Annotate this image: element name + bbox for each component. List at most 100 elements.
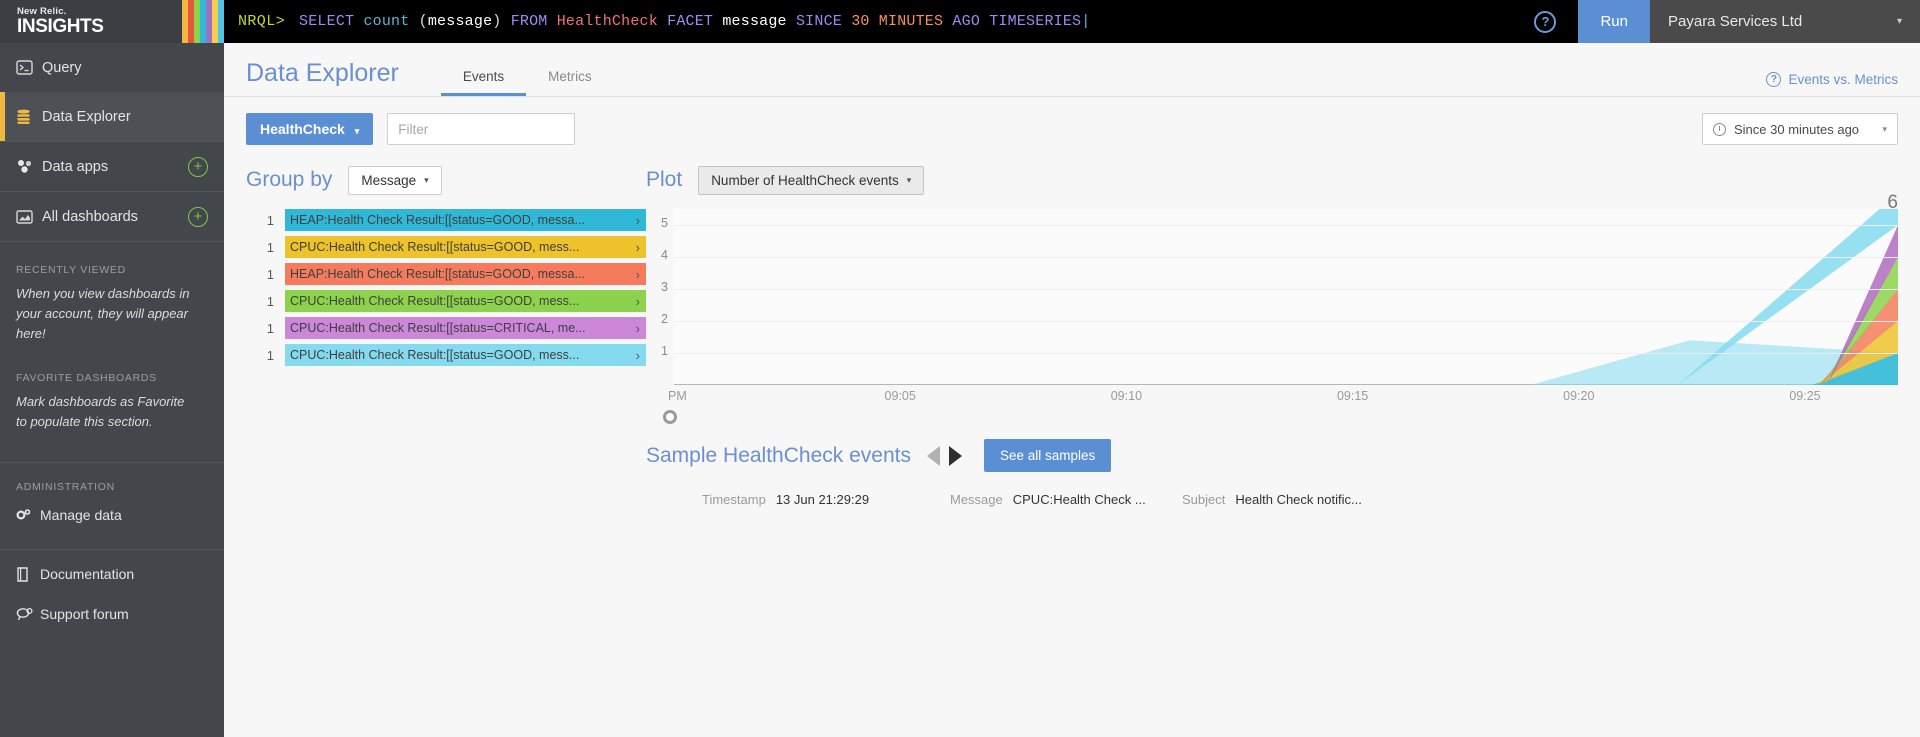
add-data-app-button[interactable]: +: [188, 157, 208, 177]
gridline: [674, 225, 1898, 226]
facet-label: CPUC:Health Check Result:[[status=GOOD, …: [290, 348, 579, 362]
tab-bar: Events Metrics: [441, 69, 614, 96]
brand-notch: [148, 0, 160, 43]
gridline: [674, 353, 1898, 354]
chevron-right-icon[interactable]: ›: [636, 348, 640, 363]
field-value: 13 Jun 21:29:29: [776, 492, 869, 507]
nrql-token: SELECT: [299, 13, 354, 30]
sample-field-timestamp: Timestamp 13 Jun 21:29:29: [702, 492, 950, 507]
facet-count: 1: [246, 213, 274, 228]
plot-metric-value: Number of HealthCheck events: [711, 173, 899, 188]
clock-icon: [1713, 123, 1726, 136]
sidebar-item-data-explorer[interactable]: Data Explorer: [0, 92, 224, 141]
brand-logo[interactable]: New Relic. INSIGHTS: [0, 0, 224, 43]
y-axis-tick: 2: [661, 312, 668, 326]
arrow-right-icon[interactable]: [949, 446, 962, 466]
facet-count: 1: [246, 321, 274, 336]
sidebar-item-label: All dashboards: [42, 209, 138, 225]
facet-bar[interactable]: CPUC:Health Check Result:[[status=CRITIC…: [285, 317, 646, 339]
nrql-token: TIMESERIES: [989, 13, 1081, 30]
group-by-panel: Group by Message ▾ 1HEAP:Health Check Re…: [246, 145, 646, 507]
nrql-token: HealthCheck: [557, 13, 658, 30]
plot-area[interactable]: [674, 209, 1898, 385]
chevron-right-icon[interactable]: ›: [636, 213, 640, 228]
account-name: Payara Services Ltd: [1668, 13, 1802, 30]
explorer-body: Group by Message ▾ 1HEAP:Health Check Re…: [224, 145, 1920, 507]
facet-label: HEAP:Health Check Result:[[status=GOOD, …: [290, 213, 585, 227]
samples-header: Sample HealthCheck events See all sample…: [646, 439, 1898, 472]
tab-events[interactable]: Events: [441, 69, 526, 96]
text-cursor: |: [1081, 13, 1090, 30]
tab-metrics[interactable]: Metrics: [526, 69, 614, 96]
nrql-token: AGO: [952, 13, 980, 30]
book-icon: [16, 567, 40, 582]
sample-field-subject: Subject Health Check notific...: [1182, 492, 1362, 507]
y-axis-tick: 1: [661, 344, 668, 358]
brand-stripes: [182, 0, 224, 43]
events-vs-metrics-label: Events vs. Metrics: [1788, 72, 1898, 87]
events-vs-metrics-link[interactable]: ? Events vs. Metrics: [1766, 72, 1898, 96]
add-dashboard-button[interactable]: +: [188, 207, 208, 227]
event-type-selector[interactable]: HealthCheck ▾: [246, 113, 373, 145]
facet-bar[interactable]: CPUC:Health Check Result:[[status=GOOD, …: [285, 236, 646, 258]
nrql-token: message: [722, 13, 786, 30]
help-circle-icon[interactable]: ?: [1534, 11, 1556, 33]
sidebar-item-manage-data[interactable]: Manage data: [0, 497, 224, 533]
sidebar-item-label: Data apps: [42, 159, 108, 175]
chevron-right-icon[interactable]: ›: [636, 294, 640, 309]
database-icon: [16, 109, 42, 125]
facet-bar[interactable]: CPUC:Health Check Result:[[status=GOOD, …: [285, 344, 646, 366]
plot-title: Plot: [646, 168, 682, 192]
nrql-token: 30: [851, 13, 869, 30]
filter-toolbar: HealthCheck ▾ Since 30 minutes ago ▾: [224, 97, 1920, 145]
x-axis-tick: 09:15: [1337, 389, 1368, 403]
facet-row: 1 HEAP:Health Check Result:[[status=GOOD,…: [246, 209, 646, 231]
chart-range-handle[interactable]: [663, 410, 677, 424]
sidebar-item-data-apps[interactable]: Data apps +: [0, 142, 224, 191]
run-button[interactable]: Run: [1578, 0, 1650, 43]
main-content: Data Explorer Events Metrics ? Events vs…: [224, 0, 1920, 737]
facet-bar[interactable]: HEAP:Health Check Result:[[status=GOOD, …: [285, 209, 646, 231]
chevron-right-icon[interactable]: ›: [636, 321, 640, 336]
facet-label: CPUC:Health Check Result:[[status=GOOD, …: [290, 240, 579, 254]
dashboard-icon: [16, 210, 42, 224]
facet-bar[interactable]: CPUC:Health Check Result:[[status=GOOD, …: [285, 290, 646, 312]
sidebar-item-support-forum[interactable]: Support forum: [0, 592, 224, 632]
nrql-token: message: [428, 13, 492, 30]
sidebar: New Relic. INSIGHTS Query Data Explorer: [0, 0, 224, 737]
chevron-down-icon: ▾: [907, 175, 912, 186]
help-circle-icon: ?: [1766, 72, 1781, 87]
facet-count: 1: [246, 240, 274, 255]
see-all-samples-button[interactable]: See all samples: [984, 439, 1111, 472]
sidebar-item-label: Manage data: [40, 507, 122, 523]
group-by-value: Message: [361, 173, 416, 188]
plot-metric-selector[interactable]: Number of HealthCheck events ▾: [698, 166, 924, 195]
sidebar-item-all-dashboards[interactable]: All dashboards +: [0, 192, 224, 241]
nrql-token: MINUTES: [879, 13, 943, 30]
facet-bar[interactable]: HEAP:Health Check Result:[[status=GOOD, …: [285, 263, 646, 285]
y-axis: 12345: [646, 209, 672, 385]
group-by-selector[interactable]: Message ▾: [348, 166, 441, 195]
sidebar-item-query[interactable]: Query: [0, 43, 224, 92]
event-type-label: HealthCheck: [260, 121, 345, 137]
filter-input[interactable]: [387, 113, 575, 145]
field-key: Timestamp: [702, 492, 766, 507]
sidebar-item-label: Support forum: [40, 606, 129, 622]
sidebar-item-documentation[interactable]: Documentation: [0, 550, 224, 592]
nrql-query-input[interactable]: SELECT count (message) FROM HealthCheck …: [299, 13, 1090, 30]
top-query-bar: NRQL> SELECT count (message) FROM Health…: [224, 0, 1920, 43]
sidebar-item-label: Documentation: [40, 566, 134, 582]
time-range-picker[interactable]: Since 30 minutes ago ▾: [1702, 113, 1898, 145]
nrql-token: count: [363, 13, 409, 30]
x-axis-tick: 09:05: [885, 389, 916, 403]
x-axis-tick: 09:25: [1789, 389, 1820, 403]
chevron-right-icon[interactable]: ›: [636, 267, 640, 282]
arrow-left-icon[interactable]: [927, 446, 940, 466]
field-value: Health Check notific...: [1235, 492, 1361, 507]
timeseries-chart: 6 HEALTHCHECK EVENTS 12345 PM09:0509:100…: [646, 209, 1898, 417]
account-selector[interactable]: Payara Services Ltd ▾: [1650, 0, 1920, 43]
chevron-right-icon[interactable]: ›: [636, 240, 640, 255]
plot-header: Plot Number of HealthCheck events ▾: [646, 165, 1898, 195]
gridline: [674, 257, 1898, 258]
x-axis-tick: 09:10: [1111, 389, 1142, 403]
